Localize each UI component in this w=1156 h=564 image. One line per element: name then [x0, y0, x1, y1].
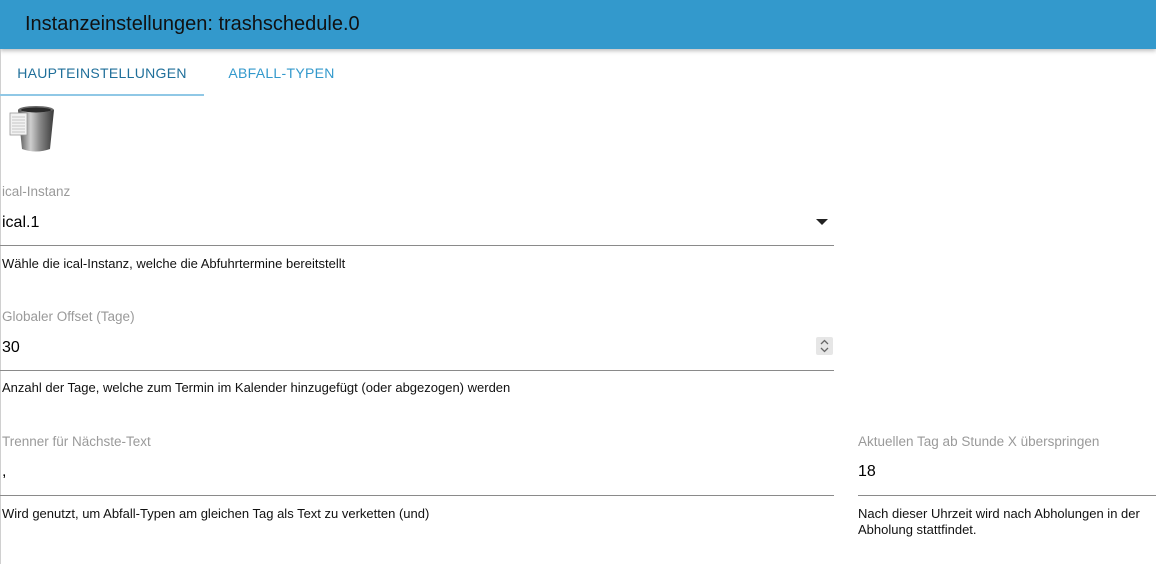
separator-input[interactable]: ,: [2, 463, 6, 481]
ical-instance-underline: [0, 245, 834, 246]
skip-hour-underline: [858, 495, 1156, 496]
skip-hour-help-line2: Abholung stattfindet.: [858, 522, 977, 537]
title-bar: Instanzeinstellungen: trashschedule.0: [0, 0, 1156, 49]
ical-instance-label: ical-Instanz: [2, 184, 71, 199]
separator-help: Wird genutzt, um Abfall-Typen am gleiche…: [2, 506, 430, 521]
trash-can-logo-icon: [9, 104, 57, 154]
page-title: Instanzeinstellungen: trashschedule.0: [25, 13, 360, 35]
tab-abfall-typen[interactable]: ABFALL-TYPEN: [204, 49, 359, 95]
skip-hour-label: Aktuellen Tag ab Stunde X überspringen: [858, 434, 1100, 449]
separator-label: Trenner für Nächste-Text: [2, 434, 151, 449]
global-offset-underline: [0, 370, 834, 371]
tab-bar: HAUPTEINSTELLUNGEN ABFALL-TYPEN: [0, 49, 1156, 97]
global-offset-label: Globaler Offset (Tage): [2, 309, 135, 324]
panel-border: [0, 49, 1, 564]
active-tab-indicator: [0, 94, 204, 96]
skip-hour-input[interactable]: 18: [858, 463, 876, 481]
dropdown-arrow-icon[interactable]: [816, 219, 828, 225]
number-spinner-icon[interactable]: [816, 337, 833, 355]
tab-haupteinstellungen[interactable]: HAUPTEINSTELLUNGEN: [0, 49, 204, 95]
ical-instance-select[interactable]: ical.1: [2, 214, 39, 232]
separator-underline: [0, 495, 834, 496]
skip-hour-help-line1: Nach dieser Uhrzeit wird nach Abholungen…: [858, 506, 1140, 521]
global-offset-input[interactable]: 30: [2, 339, 20, 357]
global-offset-help: Anzahl der Tage, welche zum Termin im Ka…: [2, 380, 511, 395]
ical-instance-help: Wähle die ical-Instanz, welche die Abfuh…: [2, 256, 346, 271]
